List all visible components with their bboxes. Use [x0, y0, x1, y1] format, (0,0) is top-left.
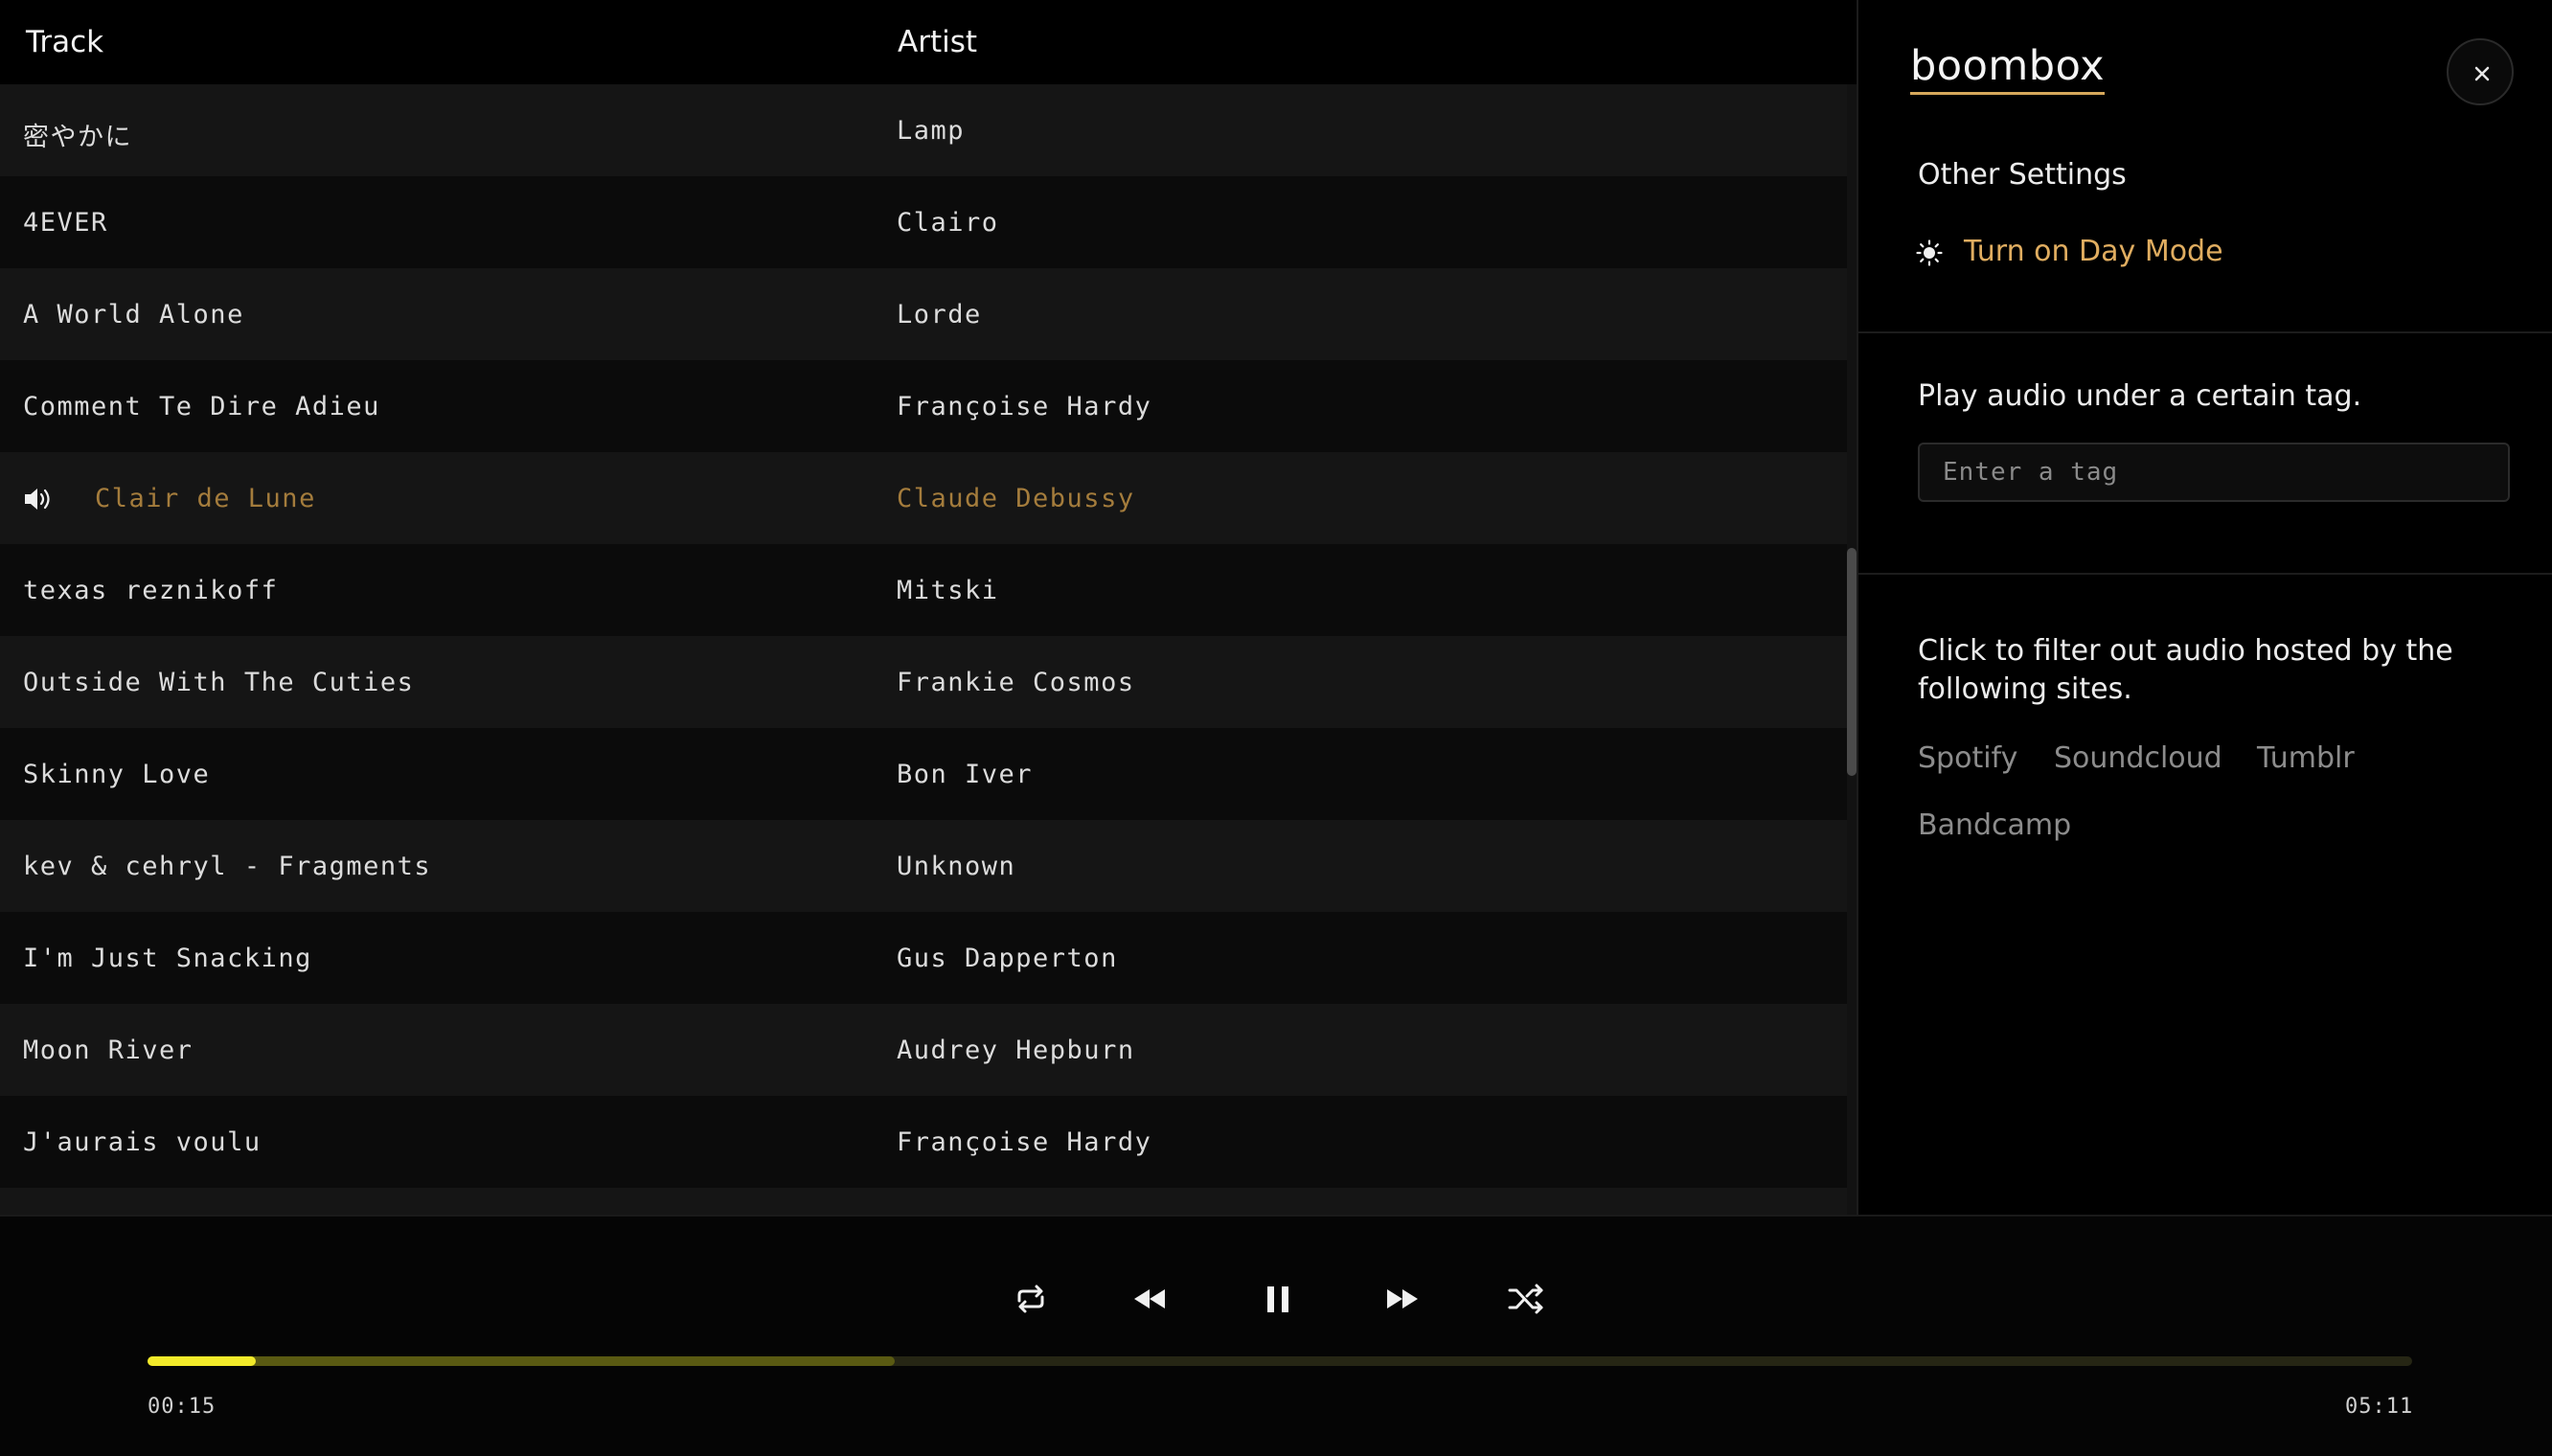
section-divider [1858, 573, 2552, 575]
track-list-header: Track Artist [0, 0, 1857, 84]
track-title: A World Alone [23, 300, 244, 330]
filter-prompt: Click to filter out audio hosted by the … [1918, 634, 2453, 706]
fast-forward-icon [1387, 1289, 1418, 1308]
track-list: Track Artist 密やかに Lamp 4EVER Clairo A World … [0, 0, 1857, 1215]
track-row[interactable]: 密やかに Lamp [0, 84, 1847, 176]
track-row[interactable]: texas reznikoff Mitski [0, 544, 1847, 636]
pause-button[interactable] [1251, 1272, 1305, 1326]
progress-bar[interactable] [148, 1356, 2412, 1366]
track-title: kev & cehryl - Fragments [23, 852, 432, 881]
track-artist: Françoise Hardy [897, 392, 1152, 421]
rewind-button[interactable] [1123, 1272, 1176, 1326]
shuffle-icon [1508, 1284, 1543, 1314]
track-row[interactable]: Skinny Love Bon Iver [0, 728, 1847, 820]
tag-input[interactable] [1918, 443, 2510, 502]
track-title: Skinny Love [23, 760, 211, 789]
track-title: Moon River [23, 1035, 194, 1065]
total-time: 05:11 [2345, 1395, 2414, 1419]
track-artist: Clairo [897, 208, 999, 238]
filter-site-soundcloud[interactable]: Soundcloud [2054, 741, 2222, 775]
filter-site-bandcamp[interactable]: Bandcamp [1918, 808, 2071, 842]
scrollbar-thumb[interactable] [1847, 548, 1857, 776]
track-artist: Mitski [897, 576, 999, 605]
boombox-app: Track Artist 密やかに Lamp 4EVER Clairo A World … [0, 0, 2552, 1456]
track-row[interactable]: kev & cehryl - Fragments Unknown [0, 820, 1847, 912]
track-row[interactable]: Outside With The Cuties Frankie Cosmos [0, 636, 1847, 728]
track-rows: 密やかに Lamp 4EVER Clairo A World Alone Lorde Com… [0, 84, 1847, 1215]
repeat-icon [1017, 1285, 1044, 1313]
track-artist: Lamp [897, 116, 966, 146]
track-artist: Unknown [897, 852, 1016, 881]
speaker-icon [25, 489, 50, 510]
track-title: J'aurais voulu [23, 1127, 262, 1157]
track-title: texas reznikoff [23, 576, 279, 605]
repeat-button[interactable] [1004, 1272, 1058, 1326]
track-row[interactable]: I'm Just Snacking Gus Dapperton [0, 912, 1847, 1004]
track-row[interactable]: Comment Te Dire Adieu Françoise Hardy [0, 360, 1847, 452]
player-bar: 00:15 05:11 [0, 1215, 2552, 1456]
track-title: Outside With The Cuties [23, 668, 415, 697]
track-row[interactable]: A World Alone Lorde [0, 268, 1847, 360]
day-mode-label: Turn on Day Mode [1964, 235, 2223, 268]
track-row[interactable]: 4EVER Clairo [0, 176, 1847, 268]
settings-panel: boombox Other Settings Turn on Day Mode … [1857, 0, 2552, 1215]
track-title: I'm Just Snacking [23, 944, 312, 973]
column-header-artist[interactable]: Artist [898, 25, 977, 59]
close-button[interactable] [2447, 38, 2514, 105]
progress-fill [148, 1356, 257, 1366]
track-row[interactable]: J'aurais voulu Françoise Hardy [0, 1096, 1847, 1188]
filter-site-tumblr[interactable]: Tumblr [2257, 741, 2355, 775]
track-artist: Frankie Cosmos [897, 668, 1135, 697]
other-settings-heading: Other Settings [1918, 158, 2127, 192]
track-artist: Audrey Hepburn [897, 1035, 1135, 1065]
track-row[interactable] [0, 1188, 1847, 1215]
track-title: 密やかに [23, 123, 132, 152]
column-header-track[interactable]: Track [26, 25, 103, 59]
track-artist: Bon Iver [897, 760, 1034, 789]
fast-forward-button[interactable] [1376, 1272, 1429, 1326]
rewind-icon [1134, 1289, 1165, 1308]
sun-icon [1916, 239, 1943, 266]
shuffle-button[interactable] [1500, 1272, 1554, 1326]
pause-icon [1267, 1286, 1288, 1312]
brand-title: boombox [1910, 42, 2106, 95]
track-artist: Claude Debussy [897, 484, 1135, 513]
close-icon [2474, 66, 2490, 81]
track-title: Clair de Lune [95, 484, 316, 513]
track-artist: Françoise Hardy [897, 1127, 1152, 1157]
track-artist: Gus Dapperton [897, 944, 1118, 973]
track-artist: Lorde [897, 300, 982, 330]
progress-buffered [148, 1356, 896, 1366]
track-title: Comment Te Dire Adieu [23, 392, 380, 421]
track-row-playing[interactable]: Clair de Lune Claude Debussy [0, 452, 1847, 544]
section-divider [1858, 331, 2552, 333]
filter-site-spotify[interactable]: Spotify [1918, 741, 2017, 775]
current-time: 00:15 [148, 1395, 216, 1419]
track-row[interactable]: Moon River Audrey Hepburn [0, 1004, 1847, 1096]
track-title: 4EVER [23, 208, 108, 238]
tag-prompt: Play audio under a certain tag. [1918, 379, 2362, 413]
